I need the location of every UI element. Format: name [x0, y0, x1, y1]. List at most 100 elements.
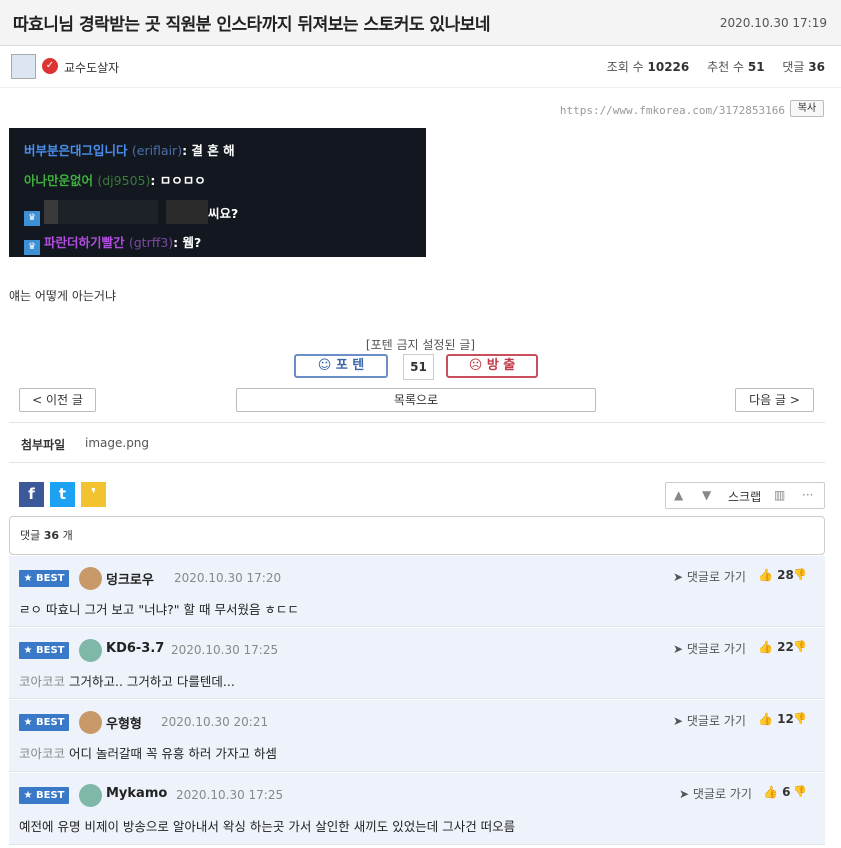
comment-quote: 코아코코 — [19, 746, 66, 761]
like-button[interactable]: 👍 6 — [763, 785, 790, 799]
chat-userid: (dj9505) — [97, 173, 151, 188]
comment-quote: 코아코코 — [19, 674, 66, 689]
user-avatar[interactable] — [79, 711, 102, 734]
scrap-button[interactable]: 스크랩 — [728, 488, 761, 505]
goto-comment-link[interactable]: ➤ 댓글로 가기 — [679, 785, 752, 802]
post-header: 따효니님 경락받는 곳 직원분 인스타까지 뒤져보는 스토커도 있나보네 202… — [0, 0, 841, 46]
send-icon: ➤ — [673, 642, 687, 656]
attachment-label: 첨부파일 — [21, 438, 66, 452]
goto-comment-link[interactable]: ➤ 댓글로 가기 — [673, 568, 746, 585]
best-badge: ★ BEST — [19, 714, 69, 731]
chat-username: 파란더하기빨간 — [44, 235, 125, 250]
thumbs-down-icon[interactable]: 👎 — [793, 640, 807, 653]
post-url[interactable]: https://www.fmkorea.com/3172853166 — [560, 104, 785, 117]
send-icon: ➤ — [679, 787, 693, 801]
like-button[interactable]: 👍 12 — [758, 712, 794, 726]
copy-url-button[interactable]: 복사 — [790, 100, 824, 117]
comment-body: 그거하고.. 그거하고 다를텐데... — [69, 674, 235, 689]
thumbs-down-icon[interactable]: 👎 — [793, 712, 807, 725]
like-button[interactable]: 👍 28 — [758, 568, 794, 582]
user-avatar[interactable] — [79, 639, 102, 662]
goto-label: 댓글로 가기 — [686, 570, 746, 584]
best-label: BEST — [35, 790, 65, 801]
comments-label: 댓글 — [782, 60, 805, 74]
thumbs-up-icon: 👍 — [763, 785, 783, 799]
smile-icon: ☺ — [317, 358, 336, 373]
post-tools: ▲ ▼ 스크랩 ▥ ··· — [665, 482, 825, 509]
comment-author[interactable]: Mykamo — [106, 786, 167, 801]
downvote-button[interactable]: ☹ 방 출 — [446, 354, 538, 378]
author-avatar[interactable] — [11, 54, 36, 79]
chat-line: 아나만운없어 (dj9505): ㅁㅇㅁㅇ — [24, 170, 206, 189]
post-body-text: 얘는 어떻게 아는거냐 — [9, 289, 116, 303]
comment-author[interactable]: 덩크로우 — [106, 569, 154, 588]
send-icon: ➤ — [673, 714, 687, 728]
best-label: BEST — [35, 573, 65, 584]
crown-icon: ♛ — [24, 211, 40, 226]
stats-icon[interactable]: ▥ — [774, 488, 785, 502]
author-name[interactable]: 교수도살자 — [64, 59, 119, 76]
upvote-label: 포 텐 — [335, 358, 365, 373]
thumbs-up-icon: 👍 — [758, 568, 778, 582]
attachment-section: 첨부파일 image.png — [9, 422, 825, 463]
thumbs-down-icon[interactable]: 👎 — [793, 568, 807, 581]
like-count: 12 — [777, 712, 794, 726]
views-label: 조회 수 — [606, 60, 644, 74]
like-count: 22 — [777, 640, 794, 654]
downvote-label: 방 출 — [486, 358, 516, 373]
comment-body: 예전에 유명 비제이 방송으로 알아내서 왁싱 하는곳 가서 살인한 새끼도 있… — [19, 819, 516, 834]
comment-item: ★ BEST KD6-3.7 2020.10.30 17:25 ➤ 댓글로 가기… — [9, 628, 825, 699]
arrow-down-icon[interactable]: ▼ — [702, 488, 711, 502]
comment-text: ㄹㅇ 따효니 그거 보고 "너냐?" 할 때 무서웠음 ㅎㄷㄷ — [19, 599, 299, 618]
views-count: 10226 — [647, 60, 690, 74]
chat-line: 버부분은대그입니다 (eriflair): 결 혼 해 — [24, 140, 235, 159]
chat-line: ♛ 파란더하기빨간 (gtrff3): 웸? — [24, 232, 201, 255]
user-avatar[interactable] — [79, 567, 102, 590]
thumbs-down-icon[interactable]: 👎 — [793, 785, 807, 798]
best-label: BEST — [35, 717, 65, 728]
send-icon: ➤ — [673, 570, 687, 584]
kakao-share-icon[interactable]: ❜ — [81, 482, 106, 507]
vote-count: 51 — [403, 354, 434, 380]
comments-count: 36 — [808, 60, 825, 74]
chat-message: : 결 혼 해 — [182, 143, 235, 158]
arrow-up-icon[interactable]: ▲ — [674, 488, 683, 502]
attachment-file[interactable]: image.png — [85, 436, 149, 450]
user-avatar[interactable] — [79, 784, 102, 807]
comments-header: 댓글 36 개 — [9, 516, 825, 555]
comment-body: ㄹㅇ 따효니 그거 보고 "너냐?" 할 때 무서웠음 ㅎㄷㄷ — [19, 602, 299, 617]
prev-post-button[interactable]: < 이전 글 — [19, 388, 96, 412]
next-post-button[interactable]: 다음 글 > — [735, 388, 814, 412]
comments-header-suffix: 개 — [62, 529, 73, 542]
post-title: 따효니님 경락받는 곳 직원분 인스타까지 뒤져보는 스토커도 있나보네 — [13, 15, 491, 35]
thumbs-up-icon: 👍 — [758, 640, 778, 654]
comment-body: 어디 놀러갈때 꼭 유흥 하러 가자고 하셈 — [69, 746, 277, 761]
chat-username: 버부분은대그입니다 — [24, 143, 128, 158]
goto-label: 댓글로 가기 — [686, 714, 746, 728]
chat-screenshot-image: 버부분은대그입니다 (eriflair): 결 혼 해 아나만운없어 (dj95… — [9, 128, 426, 257]
goto-comment-link[interactable]: ➤ 댓글로 가기 — [673, 640, 746, 657]
comment-date: 2020.10.30 17:20 — [174, 571, 282, 585]
more-icon[interactable]: ··· — [802, 488, 813, 502]
chat-message: 씨요? — [208, 206, 239, 221]
list-button[interactable]: 목록으로 — [236, 388, 596, 412]
comment-author[interactable]: KD6-3.7 — [106, 641, 164, 656]
potential-ban-notice: [포텐 금지 설정된 글] — [365, 338, 476, 352]
twitter-share-icon[interactable]: t — [50, 482, 75, 507]
like-button[interactable]: 👍 22 — [758, 640, 794, 654]
facebook-share-icon[interactable]: f — [19, 482, 44, 507]
blurred-region — [58, 200, 158, 224]
crown-icon: ♛ — [24, 240, 40, 255]
recommend-label: 추천 수 — [707, 60, 745, 74]
comment-item: ★ BEST 덩크로우 2020.10.30 17:20 ➤ 댓글로 가기 👍 … — [9, 556, 825, 627]
goto-comment-link[interactable]: ➤ 댓글로 가기 — [673, 712, 746, 729]
comment-date: 2020.10.30 17:25 — [171, 643, 279, 657]
comments-header-count: 36 — [43, 529, 60, 542]
comment-author[interactable]: 우형형 — [106, 713, 142, 732]
comments-header-label: 댓글 — [20, 529, 41, 542]
recommend-count: 51 — [747, 60, 765, 74]
upvote-button[interactable]: ☺ 포 텐 — [294, 354, 388, 378]
angry-icon: ☹ — [468, 358, 487, 373]
comment-text: 코아코코 그거하고.. 그거하고 다를텐데... — [19, 671, 235, 690]
comment-item: ★ BEST Mykamo 2020.10.30 17:25 ➤ 댓글로 가기 … — [9, 773, 825, 845]
